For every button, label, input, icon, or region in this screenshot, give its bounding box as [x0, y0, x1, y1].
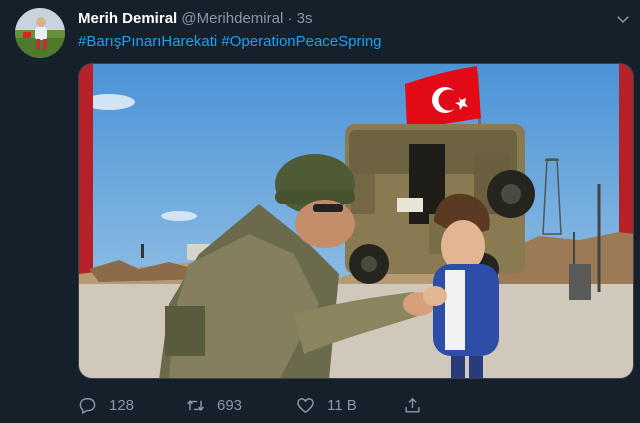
avatar[interactable]	[15, 8, 65, 58]
like-count: 11 B	[327, 396, 357, 414]
reply-icon	[79, 397, 96, 414]
tweet-header: Merih Demiral @Merihdemiral · 3s	[78, 9, 312, 29]
separator-dot: ·	[287, 10, 293, 27]
tweet-card[interactable]: Merih Demiral @Merihdemiral · 3s #BarışP…	[0, 0, 640, 423]
author-handle[interactable]: @Merihdemiral	[181, 10, 283, 27]
chevron-down-icon[interactable]	[614, 10, 632, 28]
heart-icon	[297, 397, 314, 413]
share-icon	[405, 397, 420, 413]
hashtag-link[interactable]: #OperationPeaceSpring	[221, 33, 381, 50]
like-button[interactable]: 11 B	[296, 394, 357, 416]
author-name[interactable]: Merih Demiral	[78, 10, 177, 27]
tweet-photo[interactable]	[78, 63, 634, 379]
tweet-timestamp[interactable]: 3s	[297, 10, 313, 27]
tweet-text: #BarışPınarıHarekati #OperationPeaceSpri…	[78, 32, 382, 52]
retweet-count: 693	[217, 396, 243, 414]
retweet-icon	[187, 399, 204, 411]
reply-count: 128	[109, 396, 135, 414]
avatar-image	[15, 8, 65, 58]
share-button[interactable]	[403, 394, 434, 416]
hashtag-link[interactable]: #BarışPınarıHarekati	[78, 33, 217, 50]
tweet-actions: 128 693 11 B	[78, 394, 438, 416]
reply-button[interactable]: 128	[78, 394, 134, 416]
retweet-button[interactable]: 693	[186, 394, 242, 416]
photo-image	[79, 64, 633, 378]
